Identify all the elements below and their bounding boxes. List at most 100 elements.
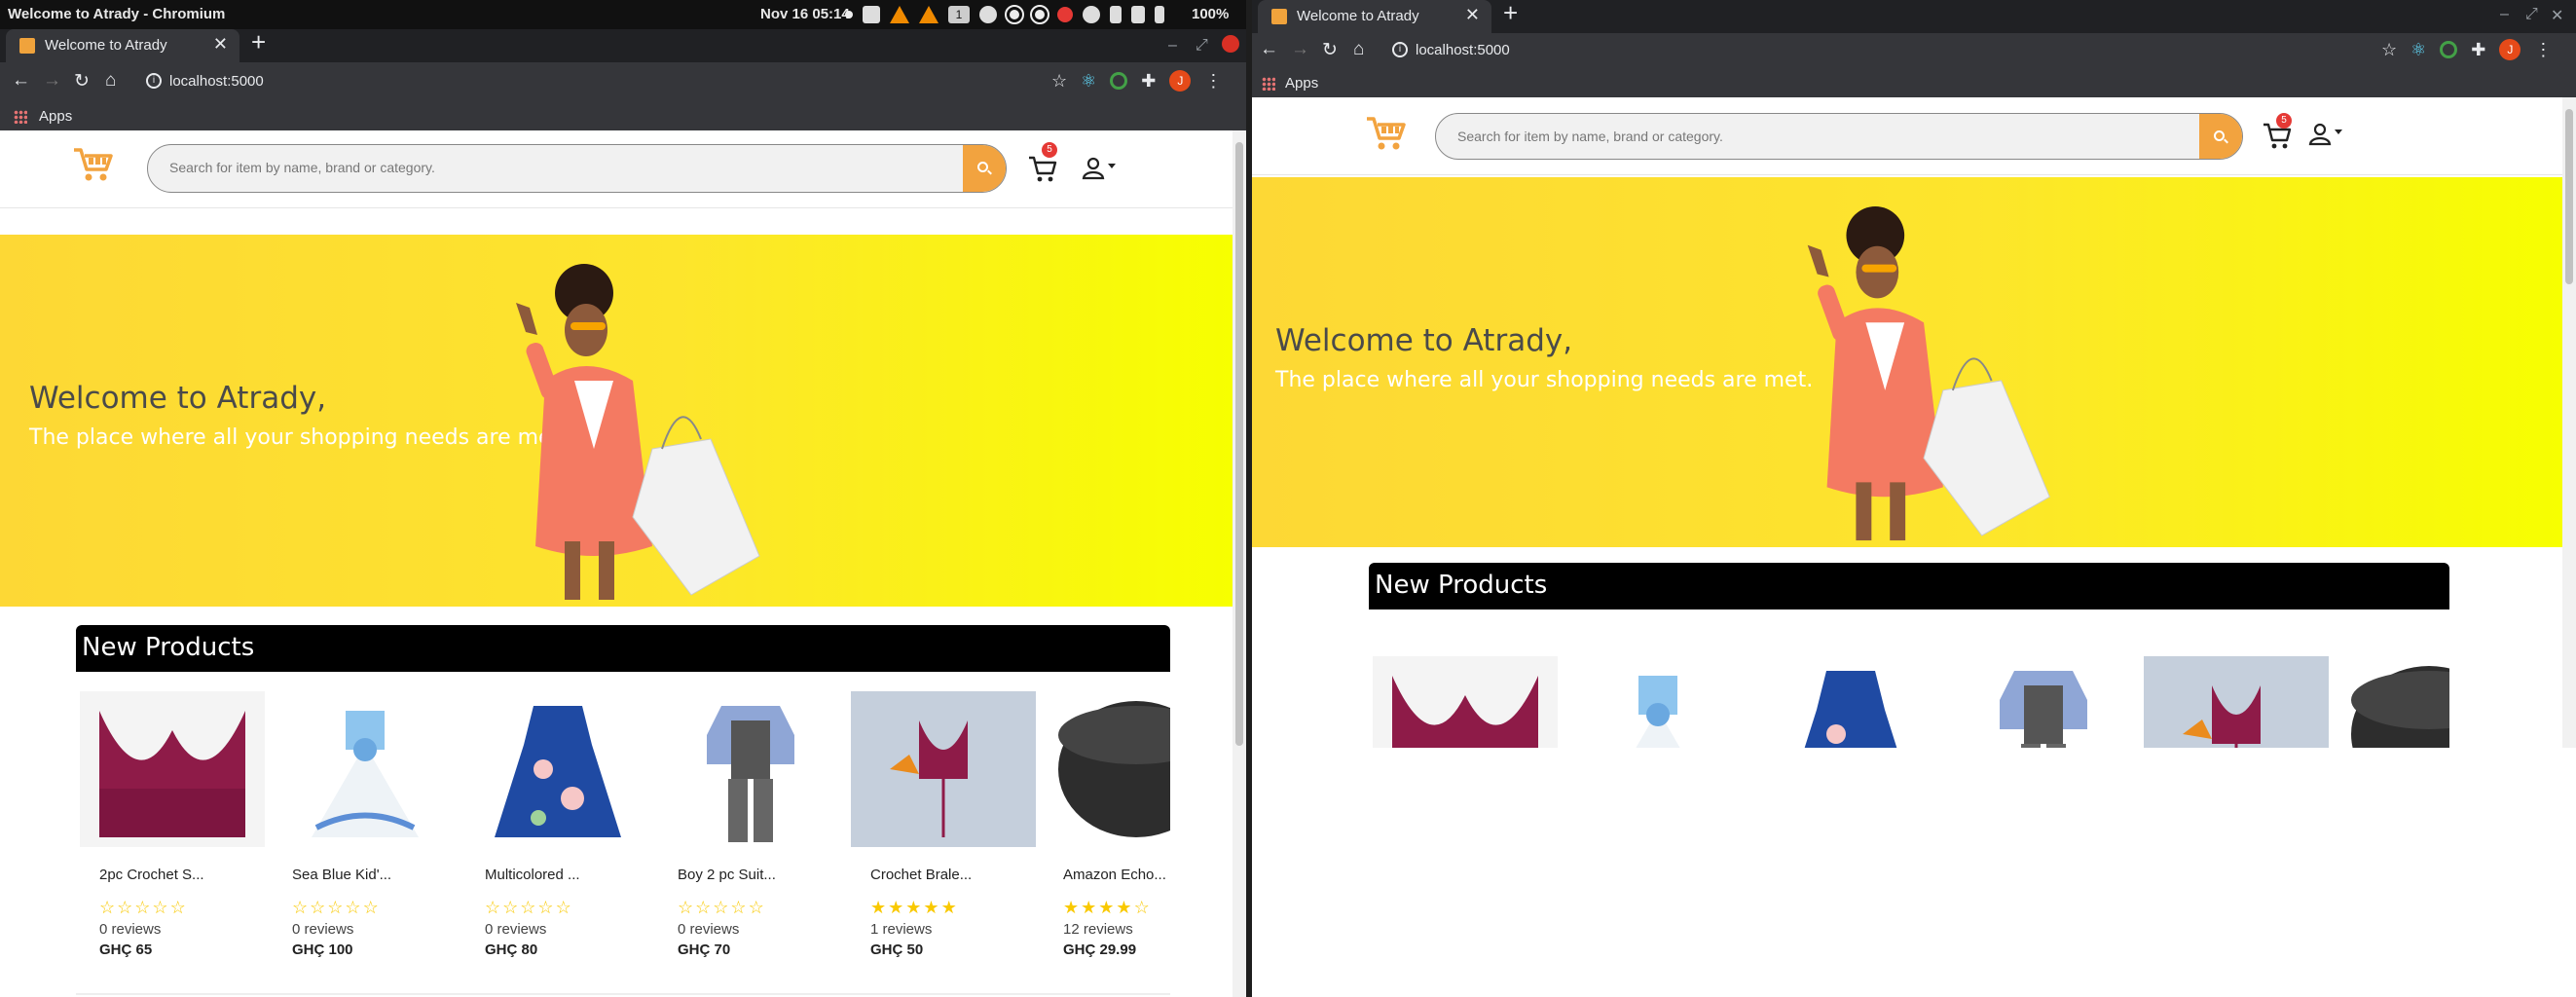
extension-green-icon[interactable] [2440, 41, 2458, 58]
product-image[interactable] [273, 691, 458, 847]
product-image[interactable] [2144, 656, 2329, 748]
bookmark-star-icon[interactable]: ☆ [1051, 71, 1067, 92]
bookmark-apps[interactable]: Apps [39, 108, 72, 125]
vlc-icon[interactable] [919, 6, 938, 23]
minimize-icon[interactable]: – [1168, 37, 1177, 55]
search-input[interactable]: Search for item by name, brand or catego… [1457, 129, 1723, 144]
toolbar-actions: ☆ ⚛ ✚ J ⋮ [1051, 70, 1222, 92]
page-scrollbar[interactable] [1233, 130, 1246, 997]
search-bar[interactable]: Search for item by name, brand or catego… [1435, 113, 2243, 160]
react-devtools-icon[interactable]: ⚛ [2410, 40, 2426, 60]
maximize-icon[interactable]: ⤢ [1196, 37, 1208, 55]
site-info-icon[interactable]: i [1392, 42, 1408, 57]
apps-grid-icon[interactable] [1262, 77, 1275, 91]
product-image[interactable] [1951, 656, 2136, 748]
product-image[interactable] [851, 691, 1036, 847]
system-clock[interactable]: Nov 16 05:14 [760, 6, 850, 22]
close-window-icon[interactable]: ✕ [2551, 6, 2563, 25]
bookmark-star-icon[interactable]: ☆ [2381, 40, 2397, 60]
product-price: GHÇ 100 [292, 942, 353, 958]
forward-arrow-icon[interactable]: → [43, 70, 61, 92]
product-image[interactable] [1044, 691, 1170, 847]
extension-green-icon[interactable] [1110, 72, 1128, 90]
workspace-indicator[interactable]: 1 [948, 6, 970, 23]
hero-banner: Welcome to Atrady, The place where all y… [1252, 177, 2562, 547]
home-icon[interactable]: ⌂ [1353, 39, 1364, 60]
product-image[interactable] [1758, 656, 1943, 748]
search-input[interactable]: Search for item by name, brand or catego… [169, 160, 435, 175]
hero-title: Welcome to Atrady, [29, 381, 327, 416]
search-button[interactable] [963, 145, 1006, 192]
stop-circle-icon[interactable] [1030, 5, 1049, 24]
bookmarks-bar: Apps [0, 101, 1246, 130]
new-tab-button[interactable]: + [251, 29, 266, 57]
rating-stars: ☆☆☆☆☆ [485, 898, 573, 917]
new-tab-button[interactable]: + [1503, 0, 1518, 28]
profile-avatar[interactable]: J [1169, 70, 1192, 92]
product-name[interactable]: Boy 2 pc Suit... [678, 867, 776, 883]
menu-kebab-icon[interactable]: ⋮ [2534, 40, 2552, 60]
product-name[interactable]: Amazon Echo... [1063, 867, 1166, 883]
product-name[interactable]: Crochet Brale... [870, 867, 972, 883]
user-menu-icon[interactable] [1081, 155, 1120, 184]
product-name[interactable]: 2pc Crochet S... [99, 867, 204, 883]
product-image[interactable] [465, 691, 650, 847]
product-name[interactable]: Multicolored ... [485, 867, 580, 883]
scrollbar-thumb[interactable] [2565, 109, 2573, 284]
tab-welcome[interactable]: Welcome to Atrady ✕ [6, 29, 239, 62]
product-image[interactable] [80, 691, 265, 847]
extensions-puzzle-icon[interactable]: ✚ [1141, 71, 1156, 92]
search-button[interactable] [2199, 114, 2242, 159]
volume-icon[interactable] [1131, 6, 1145, 23]
back-arrow-icon[interactable]: ← [1260, 39, 1278, 60]
scrollbar-thumb[interactable] [1235, 142, 1243, 746]
app-tray-icon[interactable] [863, 6, 880, 23]
close-circle-icon[interactable] [1057, 7, 1073, 22]
atrady-logo-icon[interactable] [72, 146, 113, 183]
cart-icon[interactable] [1026, 152, 1059, 185]
section-title: New Products [1375, 571, 1548, 600]
back-arrow-icon[interactable]: ← [12, 70, 30, 92]
reload-icon[interactable]: ↻ [74, 70, 90, 92]
minus-circle-icon[interactable] [1005, 5, 1024, 24]
cart-count-badge: 5 [1042, 142, 1057, 158]
forward-arrow-icon[interactable]: → [1291, 39, 1309, 60]
user-menu-icon[interactable] [2307, 121, 2346, 150]
address-bar[interactable]: i localhost:5000 [1392, 35, 2366, 66]
reload-icon[interactable]: ↻ [1322, 39, 1338, 61]
tab-welcome[interactable]: Welcome to Atrady ✕ [1258, 0, 1491, 33]
close-tab-icon[interactable]: ✕ [213, 34, 228, 55]
vlc-icon[interactable] [890, 6, 909, 23]
menu-kebab-icon[interactable]: ⋮ [1204, 71, 1222, 92]
product-image[interactable] [1565, 656, 1750, 748]
product-image[interactable] [658, 691, 843, 847]
bookmark-apps[interactable]: Apps [1285, 75, 1318, 92]
address-bar[interactable]: i localhost:5000 [146, 66, 1042, 97]
search-icon [977, 162, 988, 172]
product-name[interactable]: Sea Blue Kid'... [292, 867, 391, 883]
minimize-icon[interactable]: – [2500, 6, 2509, 23]
hero-model-image [516, 264, 760, 600]
close-window-icon[interactable] [1222, 35, 1239, 53]
product-image[interactable] [1373, 656, 1558, 748]
react-devtools-icon[interactable]: ⚛ [1081, 71, 1096, 92]
apps-grid-icon[interactable] [14, 110, 27, 124]
rating-stars: ★★★★★ [870, 898, 959, 917]
page-scrollbar[interactable] [2562, 97, 2576, 748]
bluetooth-icon[interactable] [1110, 6, 1122, 23]
rating-stars: ☆☆☆☆☆ [292, 898, 381, 917]
product-image[interactable] [2337, 656, 2449, 748]
home-icon[interactable]: ⌂ [105, 70, 116, 92]
close-tab-icon[interactable]: ✕ [1465, 5, 1480, 25]
sync-icon[interactable] [1083, 6, 1100, 23]
browser-window-right: Welcome to Atrady ✕ + – ⤢ ✕ ← → ↻ ⌂ i lo… [1252, 0, 2576, 997]
product-price: GHÇ 29.99 [1063, 942, 1137, 958]
extensions-puzzle-icon[interactable]: ✚ [2471, 40, 2485, 60]
profile-avatar[interactable]: J [2499, 39, 2521, 60]
shield-icon[interactable] [979, 6, 997, 23]
maximize-icon[interactable]: ⤢ [2525, 6, 2538, 23]
product-price: GHÇ 50 [870, 942, 924, 958]
search-bar[interactable]: Search for item by name, brand or catego… [147, 144, 1007, 193]
atrady-logo-icon[interactable] [1365, 115, 1406, 152]
site-info-icon[interactable]: i [146, 73, 162, 89]
